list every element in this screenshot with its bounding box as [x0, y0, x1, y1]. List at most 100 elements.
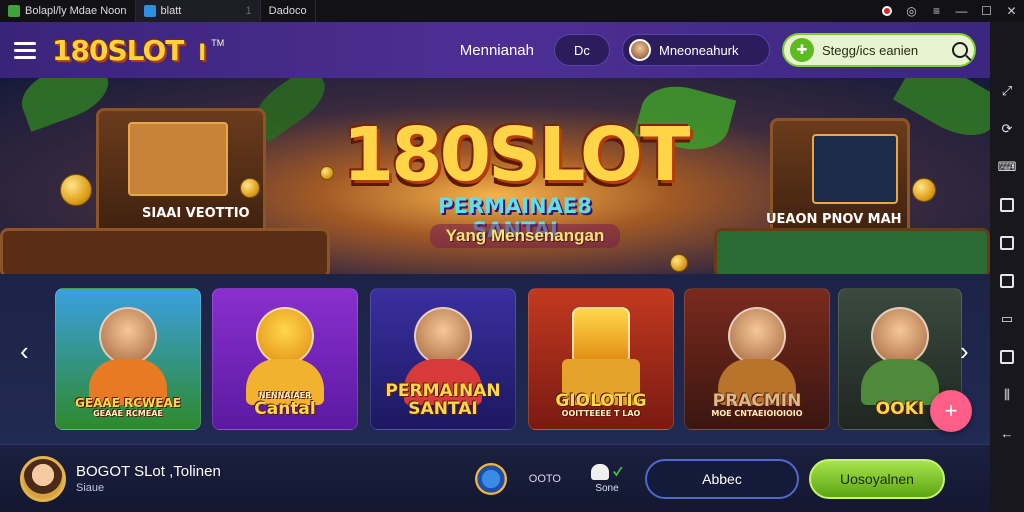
nav-link[interactable]: Mennianah — [460, 42, 534, 59]
close-icon[interactable]: ✕ — [999, 0, 1024, 22]
ghost-status[interactable]: Sone — [591, 463, 623, 494]
browser-tab-2[interactable]: blatt 1 — [135, 0, 261, 22]
expand-icon[interactable]: ⤢ — [998, 82, 1016, 100]
character-figure — [256, 307, 314, 365]
hero-tagline: Yang Mensenangan — [430, 224, 620, 248]
left-booth-sign: SIAAI VEOTTIO — [142, 206, 250, 221]
game-card[interactable]: PERMAINAN SANTAI — [370, 288, 516, 430]
game-carousel: ‹ GEAAE RCWEAE GEAAE RCMEAE NENNAIAER Ca… — [0, 274, 990, 444]
app-favicon-icon — [143, 5, 156, 17]
back-icon[interactable]: ← — [998, 424, 1016, 442]
ghost-icon — [591, 463, 609, 480]
ghost-label: Sone — [595, 482, 619, 494]
outline-action-button[interactable]: Abbec — [645, 458, 799, 499]
browser-tab-3[interactable]: Dadoco — [261, 0, 316, 22]
game-card-subtitle: OOITTEEEE T LAO — [561, 409, 641, 419]
game-card-title: GIOLOTIG OOITTEEEE T LAO — [535, 390, 667, 419]
shield-badge-icon[interactable] — [474, 462, 507, 495]
profile-name: BOGOT SLot ,Tolinen — [76, 463, 221, 480]
game-card-label: Cantal — [254, 399, 316, 420]
game-card-subtitle: GEAAE RCMEAE — [93, 409, 163, 419]
apps-icon[interactable]: ▭ — [998, 310, 1016, 328]
screenshot-icon[interactable] — [998, 234, 1016, 252]
minimize-icon[interactable]: — — [949, 0, 974, 22]
gamepad-icon: ✚ — [790, 38, 814, 62]
tab-label: Dadoco — [268, 5, 307, 17]
hero-title: 180SLOT — [342, 112, 691, 198]
user-pill-button[interactable]: Mneoneahurk — [622, 34, 770, 66]
profile-avatar[interactable] — [20, 455, 66, 502]
coin-decoration — [60, 174, 92, 206]
logo-text: 180SLOT — [52, 33, 184, 67]
game-card-label: GEAAE RCWEAE — [75, 396, 181, 411]
game-card-label: GIOLOTIG — [555, 390, 647, 411]
bottom-bar: BOGOT SLot ,Tolinen Siaue OOTO Sone Abbe… — [0, 444, 990, 512]
slot-machine-figure — [572, 307, 630, 365]
game-card-subtitle: MOE CNTAEIOIOIOIO — [711, 409, 803, 419]
profile-info: BOGOT SLot ,Tolinen Siaue — [76, 463, 221, 494]
coin-decoration — [670, 254, 688, 272]
small-pill-button[interactable]: Dc — [554, 34, 610, 66]
user-avatar — [629, 39, 651, 61]
profile-status: Siaue — [76, 482, 105, 494]
game-card-title: PRACMIN MOE CNTAEIOIOIOIO — [691, 390, 823, 419]
stat-counter: OOTO — [528, 472, 561, 485]
game-card-title: NENNAIAER Cantal — [219, 391, 351, 420]
browser-tab-1[interactable]: Bolapl/ly Mdae Noon — [0, 0, 136, 22]
game-card[interactable]: NENNAIAER Cantal — [212, 288, 358, 430]
coin-decoration — [320, 166, 334, 180]
coin-decoration — [912, 178, 936, 202]
tab-separator: 1 — [245, 5, 252, 17]
right-booth-sign: UEAON PNOV MAH — [766, 212, 902, 227]
character-body — [861, 359, 939, 405]
game-card[interactable]: GEAAE RCWEAE GEAAE RCMEAE — [55, 288, 201, 430]
tab-label: blatt — [160, 5, 182, 17]
site-logo[interactable]: 180SLOT I — [52, 33, 206, 67]
os-titlebar: Bolapl/ly Mdae Noon blatt 1 Dadoco ◎ ≡ —… — [0, 0, 1024, 22]
search-bar[interactable]: ✚ Stegg/ics eanien — [782, 33, 976, 67]
record-icon[interactable] — [874, 0, 899, 22]
game-card[interactable]: PRACMIN MOE CNTAEIOIOIOIO — [684, 288, 830, 430]
primary-action-button[interactable]: Uosoyalnen — [809, 458, 945, 499]
game-card[interactable]: GIOLOTIG OOITTEEEE T LAO — [528, 288, 674, 430]
search-input[interactable]: Stegg/ics eanien — [822, 43, 918, 58]
game-card-label: OOKI — [875, 399, 925, 420]
keyboard-icon[interactable]: ⌨ — [998, 158, 1017, 176]
add-fab-button[interactable]: + — [930, 390, 972, 432]
tab-label: Bolapl/ly Mdae Noon — [25, 5, 127, 17]
app-header: 180SLOT I TM Mennianah Dc Mneoneahurk ✚ … — [0, 22, 990, 78]
right-desk — [714, 228, 990, 274]
game-card-title: PERMAINAN SANTAI — [377, 380, 509, 420]
account-icon[interactable]: ◎ — [899, 0, 924, 22]
carousel-next-icon[interactable]: › — [960, 336, 969, 367]
character-figure — [414, 307, 472, 365]
character-figure — [871, 307, 929, 365]
left-desk — [0, 228, 330, 274]
game-card-label: PERMAINAN SANTAI — [385, 380, 501, 420]
character-figure — [728, 307, 786, 365]
carousel-prev-icon[interactable]: ‹ — [20, 336, 29, 367]
character-figure — [99, 307, 157, 365]
maximize-icon[interactable]: ☐ — [974, 0, 999, 22]
multi-window-icon[interactable] — [998, 348, 1016, 366]
game-card-title: GEAAE RCWEAE GEAAE RCMEAE — [62, 396, 194, 419]
emulator-toolbar: ⤢ ⟳ ⌨ ▭ ⫼ ← — [990, 22, 1024, 512]
game-card-label: PRACMIN — [712, 390, 802, 411]
left-booth-screen — [128, 122, 228, 196]
app-favicon-icon — [8, 5, 20, 17]
hamburger-menu-icon[interactable] — [14, 41, 36, 59]
menu-icon[interactable]: ≡ — [924, 0, 949, 22]
window-controls: ◎ ≡ — ☐ ✕ — [874, 0, 1024, 22]
logo-suffix: I — [198, 40, 206, 66]
files-icon[interactable] — [998, 272, 1016, 290]
screen-icon[interactable] — [998, 196, 1016, 214]
user-pill-label: Mneoneahurk — [659, 42, 739, 58]
right-booth-screen — [812, 134, 898, 204]
check-icon — [613, 466, 623, 477]
logo-trademark: TM — [211, 38, 225, 48]
settings-icon[interactable]: ⫼ — [998, 386, 1016, 404]
coin-decoration — [240, 178, 260, 198]
search-icon[interactable] — [952, 42, 968, 58]
hero-banner[interactable]: SIAAI VEOTTIO UEAON PNOV MAH 180SLOT PER… — [0, 78, 990, 274]
rotate-icon[interactable]: ⟳ — [998, 120, 1016, 138]
